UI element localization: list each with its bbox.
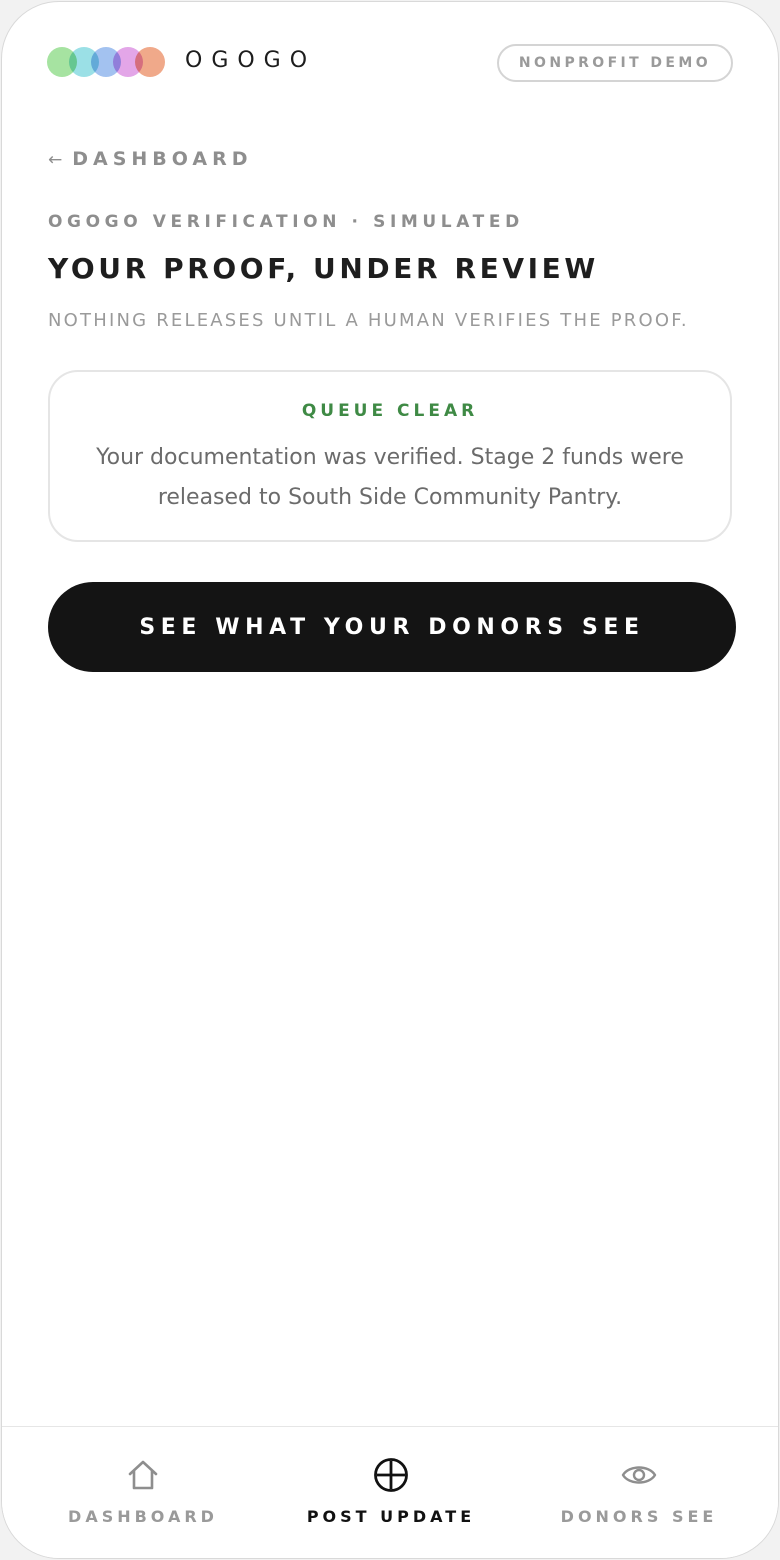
- tab-donors-see[interactable]: DONORS SEE: [519, 1427, 759, 1558]
- page-subtitle: NOTHING RELEASES UNTIL A HUMAN VERIFIES …: [48, 310, 689, 331]
- tab-label: DONORS SEE: [560, 1507, 718, 1526]
- bottom-tab-bar: DASHBOARD POST UPDATE DONORS SEE: [2, 1426, 778, 1558]
- page-title: YOUR PROOF, UNDER REVIEW: [48, 252, 599, 285]
- app-screen: OGOGO NONPROFIT DEMO ← DASHBOARD OGOGO VE…: [1, 1, 779, 1559]
- brand-name: OGOGO: [185, 48, 317, 73]
- tab-post-update[interactable]: POST UPDATE: [271, 1427, 511, 1558]
- back-link-label: DASHBOARD: [72, 148, 253, 170]
- plus-circle-icon: [374, 1458, 408, 1492]
- tab-dashboard[interactable]: DASHBOARD: [23, 1427, 263, 1558]
- tab-label: POST UPDATE: [306, 1507, 476, 1526]
- back-link[interactable]: ← DASHBOARD: [48, 148, 253, 170]
- home-icon: [128, 1460, 158, 1490]
- eye-icon: [621, 1466, 657, 1484]
- section-eyebrow: OGOGO VERIFICATION · SIMULATED: [48, 212, 524, 232]
- back-arrow-icon: ←: [48, 150, 63, 170]
- see-donor-view-button[interactable]: SEE WHAT YOUR DONORS SEE: [48, 582, 736, 672]
- tab-label: DASHBOARD: [68, 1507, 218, 1526]
- status-message: Your documentation was verified. Stage 2…: [96, 445, 684, 510]
- mode-badge: NONPROFIT DEMO: [496, 44, 733, 82]
- logo-icon: [47, 47, 167, 77]
- logo-dot: [135, 47, 165, 77]
- status-label: QUEUE CLEAR: [301, 401, 479, 421]
- status-card: QUEUE CLEAR Your documentation was verif…: [48, 370, 732, 542]
- app-header: OGOGO NONPROFIT DEMO: [47, 42, 733, 82]
